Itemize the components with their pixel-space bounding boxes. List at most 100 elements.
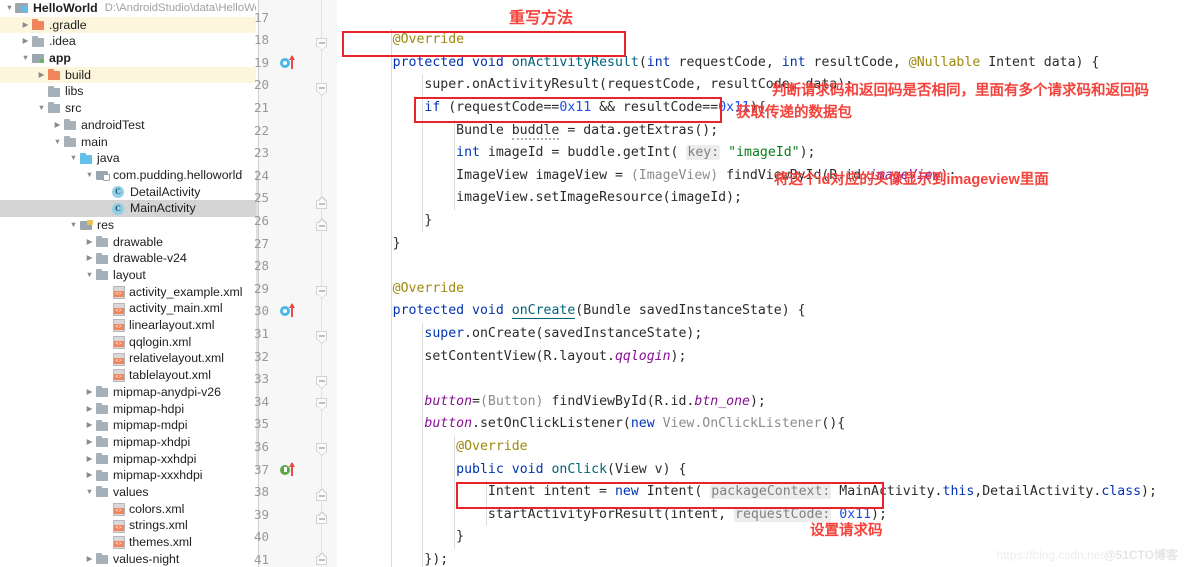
tree-item-mipmap-xxhdpi[interactable]: ▶ mipmap-xxhdpi [0, 451, 258, 468]
chevron-right-icon[interactable]: ▶ [84, 250, 95, 267]
code-fold-toggle[interactable] [316, 488, 327, 501]
code-fold-toggle[interactable] [316, 218, 327, 231]
chevron-right-icon[interactable]: ▶ [20, 33, 31, 50]
tree-item-androidtest[interactable]: ▶ androidTest [0, 117, 258, 134]
tree-item-linearlayout-xml[interactable]: linearlayout.xml [0, 317, 258, 334]
tree-item-activity-example-xml[interactable]: activity_example.xml [0, 284, 258, 301]
tree-item-src[interactable]: ▼ src [0, 100, 258, 117]
tree-item-colors-xml[interactable]: colors.xml [0, 501, 258, 518]
code-editor[interactable]: 17 18 19 20 21 22 23 24 25 26 27 28 29 30 31 32 33 34 35 36… [254, 0, 1184, 567]
chevron-down-icon[interactable]: ▼ [84, 484, 95, 501]
code-line[interactable]: @Override [393, 278, 464, 301]
tree-item-label: .gradle [49, 17, 87, 32]
tree-item-mipmap-xxxhdpi[interactable]: ▶ mipmap-xxxhdpi [0, 467, 258, 484]
tree-item-app[interactable]: ▼ app [0, 50, 258, 67]
code-line[interactable]: super.onCreate(savedInstanceState); [424, 323, 702, 346]
chevron-right-icon[interactable]: ▶ [84, 234, 95, 251]
tree-item-mipmap-mdpi[interactable]: ▶ mipmap-mdpi [0, 417, 258, 434]
tree-item-strings-xml[interactable]: strings.xml [0, 517, 258, 534]
tree-item-java[interactable]: ▼ java [0, 150, 258, 167]
code-fold-toggle[interactable] [316, 331, 327, 344]
code-line[interactable]: super.onActivityResult(requestCode, resu… [424, 74, 853, 97]
chevron-right-icon[interactable]: ▶ [20, 17, 31, 34]
code-fold-toggle[interactable] [316, 286, 327, 299]
code-line[interactable]: @Override [456, 436, 527, 459]
implement-method-icon[interactable] [280, 459, 302, 482]
code-line[interactable]: } [456, 526, 464, 549]
code-line[interactable]: } [393, 233, 401, 256]
tree-item-themes-xml[interactable]: themes.xml [0, 534, 258, 551]
code-line[interactable]: startActivityForResult(intent, requestCo… [488, 504, 887, 527]
chevron-down-icon[interactable]: ▼ [4, 0, 15, 17]
code-line[interactable]: int imageId = buddle.getInt( key: "image… [456, 142, 816, 165]
override-method-icon[interactable] [280, 300, 302, 323]
code-fold-toggle[interactable] [316, 83, 327, 96]
tree-item-qqlogin-xml[interactable]: qqlogin.xml [0, 334, 258, 351]
chevron-right-icon[interactable]: ▶ [84, 434, 95, 451]
tree-item-layout[interactable]: ▼ layout [0, 267, 258, 284]
code-line[interactable]: button=(Button) findViewById(R.id.btn_on… [424, 391, 765, 414]
code-line[interactable]: ImageView imageView = (ImageView) findVi… [456, 165, 956, 188]
tree-item-drawable[interactable]: ▶ drawable [0, 234, 258, 251]
code-line[interactable]: imageView.setImageResource(imageId); [456, 187, 742, 210]
chevron-right-icon[interactable]: ▶ [84, 417, 95, 434]
chevron-down-icon[interactable]: ▼ [20, 50, 31, 67]
tree-item-activity-main-xml[interactable]: activity_main.xml [0, 300, 258, 317]
tree-item-detailactivity[interactable]: C DetailActivity [0, 184, 258, 201]
chevron-down-icon[interactable]: ▼ [68, 150, 79, 167]
chevron-right-icon[interactable]: ▶ [36, 67, 47, 84]
tree-item-relativelayout-xml[interactable]: relativelayout.xml [0, 350, 258, 367]
code-line[interactable]: button.setOnClickListener(new View.OnCli… [424, 413, 845, 436]
tree-item-libs[interactable]: libs [0, 83, 258, 100]
project-tree-panel[interactable]: ▼ HelloWorld D:\AndroidStudio\data\HelloWo… [0, 0, 258, 567]
tree-item-mipmap-xhdpi[interactable]: ▶ mipmap-xhdpi [0, 434, 258, 451]
code-line[interactable]: setContentView(R.layout.qqlogin); [424, 346, 686, 369]
tree-item-drawable-v24[interactable]: ▶ drawable-v24 [0, 250, 258, 267]
override-method-icon[interactable] [280, 52, 302, 75]
code-fold-toggle[interactable] [316, 443, 327, 456]
tree-item-com-pudding-helloworld[interactable]: ▼ com.pudding.helloworld [0, 167, 258, 184]
tree-item--idea[interactable]: ▶ .idea [0, 33, 258, 50]
code-line[interactable]: @Override [393, 29, 464, 52]
tree-item-values[interactable]: ▼ values [0, 484, 258, 501]
code-fold-toggle[interactable] [316, 511, 327, 524]
tree-item-mainactivity[interactable]: C MainActivity [0, 200, 258, 217]
chevron-right-icon[interactable]: ▶ [84, 384, 95, 401]
folder-grey-icon [95, 386, 109, 398]
code-line[interactable]: protected void onActivityResult(int requ… [393, 52, 1100, 75]
code-line[interactable]: Bundle buddle = data.getExtras(); [456, 120, 718, 143]
tree-item--gradle[interactable]: ▶ .gradle [0, 16, 258, 34]
chevron-right-icon[interactable]: ▶ [84, 451, 95, 468]
tree-item-mipmap-anydpi-v26[interactable]: ▶ mipmap-anydpi-v26 [0, 384, 258, 401]
chevron-right-icon[interactable]: ▶ [84, 467, 95, 484]
editor-gutter[interactable]: 17 18 19 20 21 22 23 24 25 26 27 28 29 30 31 32 33 34 35 36… [254, 0, 337, 567]
code-fold-toggle[interactable] [316, 552, 327, 565]
chevron-down-icon[interactable]: ▼ [68, 217, 79, 234]
project-tree-list[interactable]: ▼ HelloWorld D:\AndroidStudio\data\HelloWo… [0, 0, 258, 567]
tree-item-res[interactable]: ▼ res [0, 217, 258, 234]
code-fold-toggle[interactable] [316, 398, 327, 411]
code-fold-toggle[interactable] [316, 38, 327, 51]
code-line[interactable]: }); [424, 549, 448, 567]
chevron-down-icon[interactable]: ▼ [84, 167, 95, 184]
chevron-right-icon[interactable]: ▶ [52, 117, 63, 134]
code-line[interactable]: Intent intent = new Intent( packageConte… [488, 481, 1157, 504]
tree-item-build[interactable]: ▶ build [0, 66, 258, 84]
code-line[interactable]: } [424, 210, 432, 233]
chevron-right-icon[interactable]: ▶ [84, 401, 95, 418]
code-line[interactable]: if (requestCode==0x11 && resultCode==0x1… [424, 97, 765, 120]
code-fold-toggle[interactable] [316, 196, 327, 209]
code-content[interactable]: @Override protected void onActivityResult… [337, 0, 1184, 567]
chevron-down-icon[interactable]: ▼ [36, 100, 47, 117]
chevron-right-icon[interactable]: ▶ [84, 551, 95, 567]
code-line[interactable]: public void onClick(View v) { [456, 459, 686, 482]
tree-item-values-night[interactable]: ▶ values-night [0, 551, 258, 567]
code-fold-toggle[interactable] [316, 376, 327, 389]
code-line[interactable]: protected void onCreate(Bundle savedInst… [393, 300, 806, 323]
chevron-down-icon[interactable]: ▼ [84, 267, 95, 284]
chevron-down-icon[interactable]: ▼ [52, 134, 63, 151]
tree-item-mipmap-hdpi[interactable]: ▶ mipmap-hdpi [0, 401, 258, 418]
tree-item-tablelayout-xml[interactable]: tablelayout.xml [0, 367, 258, 384]
tree-item-main[interactable]: ▼ main [0, 134, 258, 151]
project-root-row[interactable]: ▼ HelloWorld D:\AndroidStudio\data\HelloWo… [0, 0, 258, 17]
